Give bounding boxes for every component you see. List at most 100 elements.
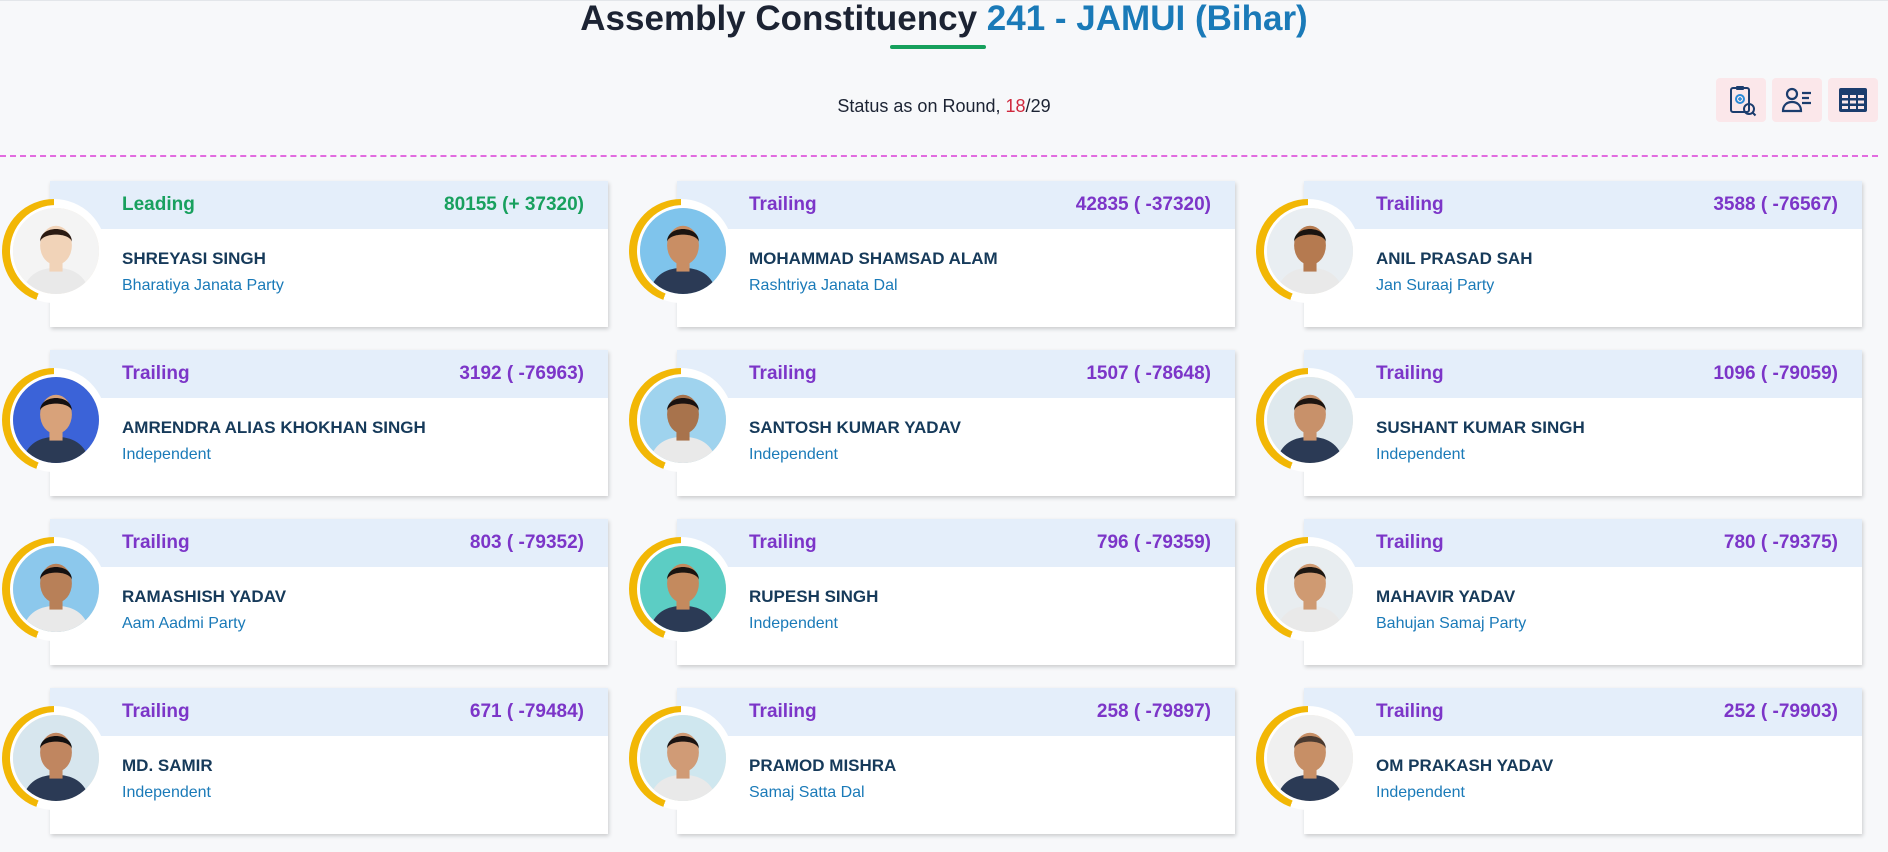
current-round: 18: [1005, 96, 1026, 116]
report-icon: [1730, 86, 1757, 117]
candidate-photo: [10, 374, 102, 466]
candidate-card[interactable]: Leading 80155 (+ 37320) SHREYASI SINGH B…: [50, 181, 608, 327]
candidate-votes: 1507 ( -78648): [1086, 363, 1211, 384]
candidate-card[interactable]: Trailing 258 ( -79897) PRAMOD MISHRA Sam…: [677, 688, 1235, 834]
candidate-photo: [1264, 712, 1356, 804]
candidate-card[interactable]: Trailing 3588 ( -76567) ANIL PRASAD SAH …: [1304, 181, 1862, 327]
candidate-photo-ring: [1256, 706, 1360, 810]
candidate-card[interactable]: Trailing 252 ( -79903) OM PRAKASH YADAV …: [1304, 688, 1862, 834]
candidate-photo-ring: [629, 199, 733, 303]
candidate-photo: [637, 543, 729, 635]
candidate-status: Trailing: [1376, 363, 1444, 384]
candidate-photo-ring: [2, 706, 106, 810]
candidate-photo-ring: [2, 368, 106, 472]
candidate-status: Trailing: [749, 363, 817, 384]
candidate-photo: [10, 712, 102, 804]
candidate-name: MOHAMMAD SHAMSAD ALAM: [749, 249, 998, 268]
section-divider: [0, 155, 1878, 157]
candidate-party: Independent: [749, 615, 838, 632]
candidate-photo-ring: [1256, 199, 1360, 303]
candidate-status: Trailing: [122, 363, 190, 384]
candidate-photo: [637, 205, 729, 297]
candidate-card[interactable]: Trailing 803 ( -79352) RAMASHISH YADAV A…: [50, 519, 608, 665]
candidate-votes: 3588 ( -76567): [1713, 194, 1838, 215]
candidate-status: Trailing: [122, 532, 190, 553]
candidate-party: Rashtriya Janata Dal: [749, 277, 898, 294]
candidate-status: Trailing: [122, 701, 190, 722]
candidate-photo: [10, 543, 102, 635]
candidate-photo: [1264, 205, 1356, 297]
candidate-photo-ring: [629, 368, 733, 472]
candidate-votes: 803 ( -79352): [469, 532, 584, 553]
candidate-votes: 42835 ( -37320): [1075, 194, 1211, 215]
total-rounds: 29: [1030, 96, 1051, 116]
candidate-photo: [1264, 374, 1356, 466]
status-label: Status as on Round,: [837, 96, 1001, 116]
candidate-votes: 252 ( -79903): [1723, 701, 1838, 722]
candidate-party: Independent: [749, 446, 838, 463]
candidate-card[interactable]: Trailing 1096 ( -79059) SUSHANT KUMAR SI…: [1304, 350, 1862, 496]
view-toolbar: [1716, 78, 1878, 122]
candidate-votes: 671 ( -79484): [469, 701, 584, 722]
candidate-party: Independent: [122, 446, 211, 463]
candidate-photo-ring: [629, 706, 733, 810]
candidate-photo-ring: [2, 199, 106, 303]
candidate-photo-ring: [629, 537, 733, 641]
candidate-name: AMRENDRA ALIAS KHOKHAN SINGH: [122, 418, 426, 437]
title-prefix: Assembly Constituency: [580, 0, 978, 38]
candidate-votes: 1096 ( -79059): [1713, 363, 1838, 384]
title-underline: [890, 45, 986, 49]
candidate-votes: 258 ( -79897): [1096, 701, 1211, 722]
candidate-status: Trailing: [1376, 701, 1444, 722]
state-name: (Bihar): [1194, 0, 1308, 38]
candidate-photo: [637, 712, 729, 804]
candidate-card[interactable]: Trailing 42835 ( -37320) MOHAMMAD SHAMSA…: [677, 181, 1235, 327]
candidate-name: PRAMOD MISHRA: [749, 756, 897, 775]
candidate-photo-ring: [1256, 537, 1360, 641]
candidate-name: MD. SAMIR: [122, 756, 213, 775]
candidate-status: Trailing: [1376, 532, 1444, 553]
candidate-photo: [1264, 543, 1356, 635]
table-view-icon: [1839, 88, 1867, 112]
candidate-party: Bahujan Samaj Party: [1376, 615, 1527, 632]
candidate-status: Trailing: [749, 532, 817, 553]
candidate-list-icon: [1781, 87, 1811, 113]
candidate-votes: 796 ( -79359): [1096, 532, 1211, 553]
candidate-card[interactable]: Trailing 780 ( -79375) MAHAVIR YADAV Bah…: [1304, 519, 1862, 665]
candidate-photo: [10, 205, 102, 297]
candidate-name: SHREYASI SINGH: [122, 249, 266, 268]
candidate-party: Aam Aadmi Party: [122, 615, 246, 632]
page-title: Assembly Constituency 241 - JAMUI (Bihar…: [0, 0, 1888, 38]
candidate-votes: 3192 ( -76963): [459, 363, 584, 384]
candidate-status: Trailing: [749, 194, 817, 215]
candidate-party: Independent: [1376, 446, 1465, 463]
candidate-photo: [637, 374, 729, 466]
candidate-card[interactable]: Trailing 3192 ( -76963) AMRENDRA ALIAS K…: [50, 350, 608, 496]
constituency-name: 241 - JAMUI: [986, 0, 1186, 38]
round-status: Status as on Round, 18/29: [0, 96, 1888, 117]
candidate-card[interactable]: Trailing 1507 ( -78648) SANTOSH KUMAR YA…: [677, 350, 1235, 496]
candidate-card[interactable]: Trailing 671 ( -79484) MD. SAMIR Indepen…: [50, 688, 608, 834]
candidate-name: RUPESH SINGH: [749, 587, 879, 606]
candidate-party: Independent: [122, 784, 211, 801]
candidate-party: Bharatiya Janata Party: [122, 277, 284, 294]
candidate-votes: 80155 (+ 37320): [444, 194, 584, 215]
candidate-votes: 780 ( -79375): [1723, 532, 1838, 553]
candidate-card[interactable]: Trailing 796 ( -79359) RUPESH SINGH Inde…: [677, 519, 1235, 665]
candidate-name: MAHAVIR YADAV: [1376, 587, 1516, 606]
candidate-photo-ring: [2, 537, 106, 641]
candidate-name: OM PRAKASH YADAV: [1376, 756, 1554, 775]
candidate-name: SUSHANT KUMAR SINGH: [1376, 418, 1585, 437]
candidate-party: Samaj Satta Dal: [749, 784, 865, 801]
candidate-name: SANTOSH KUMAR YADAV: [749, 418, 961, 437]
candidate-status: Trailing: [749, 701, 817, 722]
candidate-status: Leading: [122, 194, 195, 215]
candidate-photo-ring: [1256, 368, 1360, 472]
candidate-party: Independent: [1376, 784, 1465, 801]
candidate-party: Jan Suraaj Party: [1376, 277, 1495, 294]
candidate-status: Trailing: [1376, 194, 1444, 215]
candidate-list-button[interactable]: [1772, 78, 1822, 122]
candidate-name: RAMASHISH YADAV: [122, 587, 287, 606]
report-button[interactable]: [1716, 78, 1766, 122]
table-view-button[interactable]: [1828, 78, 1878, 122]
